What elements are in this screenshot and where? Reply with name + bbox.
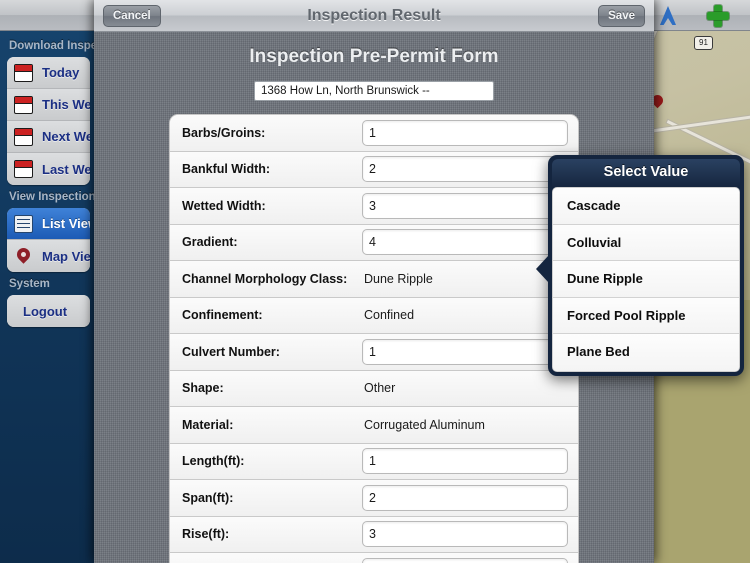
sidebar-item-label: List View xyxy=(42,216,90,231)
bankful-width-input[interactable] xyxy=(362,156,568,183)
popover-option-list: Cascade Colluvial Dune Ripple Forced Poo… xyxy=(552,187,740,372)
cancel-button[interactable]: Cancel xyxy=(103,5,161,27)
wetted-width-input[interactable] xyxy=(362,192,568,219)
row-label: Span(ft): xyxy=(182,490,234,505)
form-row-barbs-groins: Barbs/Groins: xyxy=(170,115,578,152)
popover-arrow xyxy=(536,255,549,283)
calendar-icon xyxy=(14,95,33,114)
calendar-icon xyxy=(14,127,33,146)
form-row-wetted-width: Wetted Width: xyxy=(170,188,578,225)
sidebar-group-system: Logout xyxy=(7,295,90,327)
row-label: Wetted Width: xyxy=(182,198,266,213)
ws-input[interactable] xyxy=(362,558,568,563)
popover-option-forced-pool-ripple[interactable]: Forced Pool Ripple xyxy=(553,297,739,334)
form-row-ws-partial: WS Ewq(ft): xyxy=(170,553,578,563)
row-label: Culvert Number: xyxy=(182,344,280,359)
sidebar-item-label: Map View xyxy=(42,248,90,264)
sidebar-section-title-download: Download Inspections xyxy=(9,40,97,52)
barbs-groins-input[interactable] xyxy=(362,119,568,146)
culvert-number-input[interactable] xyxy=(362,338,568,365)
rise-input[interactable] xyxy=(362,521,568,548)
modal-titlebar: Cancel Inspection Result Save xyxy=(94,0,654,32)
sidebar-item-next-week[interactable]: Next Week xyxy=(7,121,90,153)
sidebar-item-logout[interactable]: Logout xyxy=(7,295,90,327)
row-label: Channel Morphology Class: xyxy=(182,271,348,286)
sidebar-group-download: Today This Week Next Week Last Week xyxy=(7,57,90,185)
save-button[interactable]: Save xyxy=(598,5,645,27)
row-label: Rise(ft): xyxy=(182,527,230,542)
sidebar-item-label: Logout xyxy=(23,303,68,319)
sidebar-item-label: Next Week xyxy=(42,129,90,144)
select-value-popover: Select Value Cascade Colluvial Dune Ripp… xyxy=(536,155,744,376)
row-label: Gradient: xyxy=(182,235,238,250)
sidebar-item-label: This Week xyxy=(42,97,90,112)
row-label: Confinement: xyxy=(182,308,263,323)
span-input[interactable] xyxy=(362,484,568,511)
form-row-confinement[interactable]: Confinement: Confined xyxy=(170,297,578,334)
material-value[interactable]: Corrugated Aluminum xyxy=(362,418,568,432)
row-label: Bankful Width: xyxy=(182,162,271,177)
popover-option-cascade[interactable]: Cascade xyxy=(553,188,739,225)
map-pin-icon xyxy=(14,247,33,266)
road-shield-icon: 91 xyxy=(694,36,713,50)
form-row-material[interactable]: Material: Corrugated Aluminum xyxy=(170,407,578,444)
sidebar: Download Inspections Today This Week Nex… xyxy=(0,31,97,563)
confinement-value[interactable]: Confined xyxy=(362,308,568,322)
form-row-length: Length(ft): xyxy=(170,443,578,480)
length-input[interactable] xyxy=(362,448,568,475)
sidebar-item-label: Last Week xyxy=(42,161,90,177)
plus-icon[interactable] xyxy=(707,5,729,27)
form-row-span: Span(ft): xyxy=(170,480,578,517)
form-row-culvert-number: Culvert Number: xyxy=(170,334,578,371)
row-label: Length(ft): xyxy=(182,454,245,469)
popover-option-colluvial[interactable]: Colluvial xyxy=(553,224,739,261)
list-icon xyxy=(14,214,33,233)
popover-title: Select Value xyxy=(552,159,740,187)
popover-option-dune-ripple[interactable]: Dune Ripple xyxy=(553,261,739,298)
form-row-shape[interactable]: Shape: Other xyxy=(170,370,578,407)
sidebar-item-this-week[interactable]: This Week xyxy=(7,89,90,121)
calendar-icon xyxy=(14,63,33,82)
form-field-list: Barbs/Groins: Bankful Width: Wetted Widt… xyxy=(169,114,579,563)
row-label: Material: xyxy=(182,417,234,432)
form-row-bankful-width: Bankful Width: xyxy=(170,151,578,188)
sidebar-group-view: List View Map View xyxy=(7,208,90,272)
sidebar-item-list-view[interactable]: List View xyxy=(7,208,90,240)
sidebar-item-today[interactable]: Today xyxy=(7,57,90,89)
shape-value[interactable]: Other xyxy=(362,381,568,395)
sidebar-section-title-view: View Inspections xyxy=(9,191,97,203)
calendar-icon xyxy=(14,160,33,178)
gradient-input[interactable] xyxy=(362,229,568,256)
form-row-channel-morphology-class[interactable]: Channel Morphology Class: Dune Ripple xyxy=(170,261,578,298)
popover-option-plane-bed[interactable]: Plane Bed xyxy=(553,334,739,371)
modal-title: Inspection Result xyxy=(307,7,441,24)
form-row-gradient: Gradient: xyxy=(170,224,578,261)
location-arrow-icon[interactable] xyxy=(660,6,676,26)
row-label: Barbs/Groins: xyxy=(182,125,266,140)
form-heading: Inspection Pre-Permit Form xyxy=(249,46,499,67)
sidebar-item-last-week[interactable]: Last Week xyxy=(7,153,90,185)
sidebar-section-title-system: System xyxy=(9,278,50,290)
sidebar-item-label: Today xyxy=(42,65,80,80)
sidebar-item-map-view[interactable]: Map View xyxy=(7,240,90,272)
address-input[interactable] xyxy=(254,81,494,101)
form-row-rise: Rise(ft): xyxy=(170,516,578,553)
row-label: Shape: xyxy=(182,381,224,396)
